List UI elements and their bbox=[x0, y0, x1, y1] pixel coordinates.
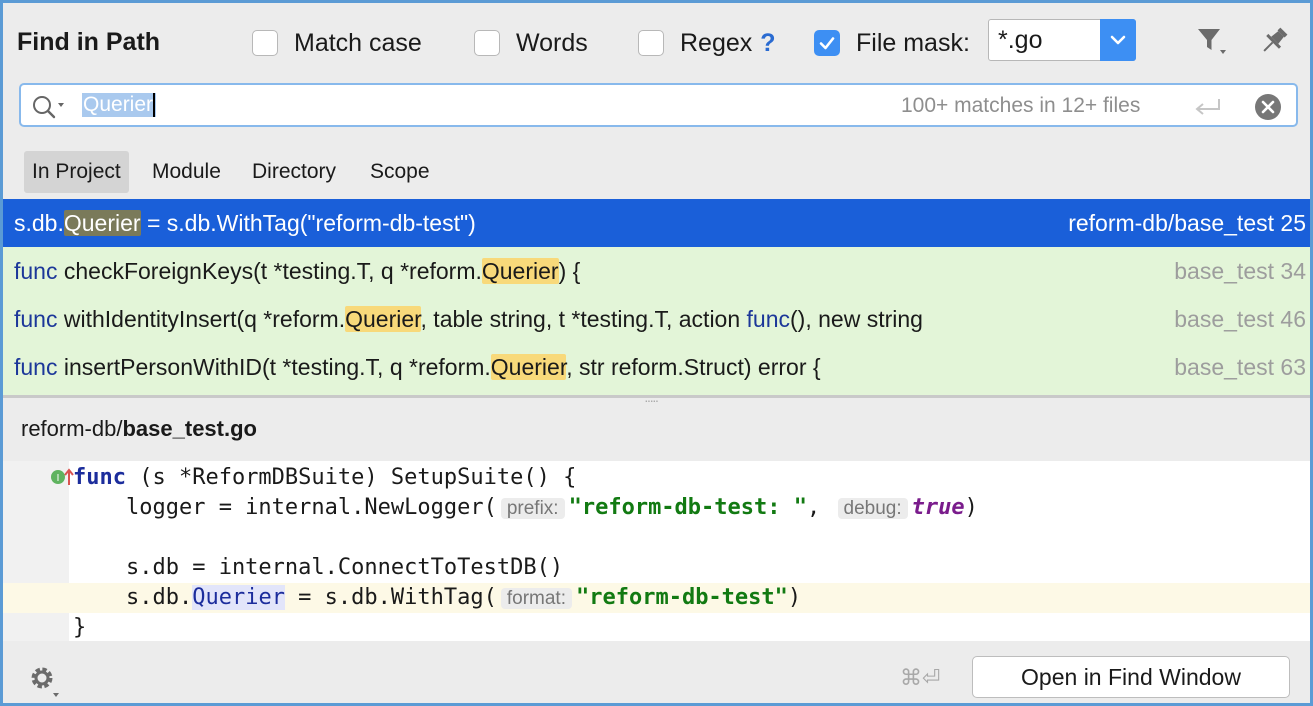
result-row[interactable]: s.db.Querier = s.db.WithTag("reform-db-t… bbox=[3, 199, 1310, 247]
result-location: reform-db/base_test 25 bbox=[1064, 199, 1306, 247]
tab-module[interactable]: Module bbox=[144, 151, 229, 193]
dialog-title: Find in Path bbox=[17, 28, 161, 56]
pin-icon[interactable] bbox=[1256, 23, 1292, 59]
file-mask-combobox[interactable]: *.go bbox=[988, 19, 1136, 61]
words-option[interactable]: Words bbox=[474, 25, 588, 61]
enter-icon bbox=[1193, 96, 1223, 121]
match-highlight: Querier bbox=[63, 210, 141, 236]
file-mask-checkbox[interactable] bbox=[814, 30, 840, 56]
regex-option[interactable]: Regex ? bbox=[638, 25, 776, 61]
words-label: Words bbox=[516, 28, 588, 57]
find-in-path-dialog: Find in Path Match case Words Regex ? Fi… bbox=[0, 0, 1313, 706]
parameter-hint: debug: bbox=[837, 498, 908, 519]
file-mask-label: File mask: bbox=[856, 28, 970, 57]
code-line: s.db = internal.ConnectToTestDB() bbox=[73, 555, 564, 580]
match-highlight: Querier bbox=[490, 354, 567, 380]
result-row[interactable]: func withIdentityInsert(q *reform.Querie… bbox=[3, 295, 1310, 343]
result-code: func checkForeignKeys(t *testing.T, q *r… bbox=[14, 258, 581, 284]
result-location: base_test 63 bbox=[1170, 343, 1306, 391]
current-code-line: s.db.Querier = s.db.WithTag(format: "refo… bbox=[3, 583, 1310, 613]
svg-text:I: I bbox=[57, 473, 60, 484]
regex-help-icon[interactable]: ? bbox=[760, 29, 775, 58]
code-line: func (s *ReformDBSuite) SetupSuite() { bbox=[73, 465, 577, 490]
search-icon[interactable] bbox=[31, 94, 67, 125]
match-count-label: 100+ matches in 12+ files bbox=[901, 94, 1141, 117]
result-code: s.db.Querier = s.db.WithTag("reform-db-t… bbox=[14, 210, 476, 236]
parameter-hint: prefix: bbox=[500, 498, 565, 519]
match-highlight: Querier bbox=[481, 258, 559, 284]
checkmark-icon bbox=[819, 37, 835, 50]
filter-icon[interactable] bbox=[1194, 23, 1230, 59]
code-preview[interactable]: I func (s *ReformDBSuite) SetupSuite() {… bbox=[3, 461, 1310, 641]
result-row[interactable]: func insertPersonWithID(t *testing.T, q … bbox=[3, 343, 1310, 391]
regex-label: Regex bbox=[680, 28, 753, 57]
match-highlight: Querier bbox=[192, 585, 285, 610]
tab-scope[interactable]: Scope bbox=[362, 151, 438, 193]
regex-checkbox[interactable] bbox=[638, 30, 664, 56]
match-case-option[interactable]: Match case bbox=[252, 25, 422, 61]
result-code: func withIdentityInsert(q *reform.Querie… bbox=[14, 306, 923, 332]
file-mask-option[interactable]: File mask: bbox=[814, 25, 970, 61]
preview-file-path: reform-db/base_test.go bbox=[21, 416, 257, 441]
file-mask-value: *.go bbox=[998, 26, 1043, 54]
tab-directory[interactable]: Directory bbox=[244, 151, 344, 193]
result-code: func insertPersonWithID(t *testing.T, q … bbox=[14, 354, 821, 380]
parameter-hint: format: bbox=[500, 588, 572, 609]
match-case-label: Match case bbox=[294, 28, 422, 57]
result-location: base_test 34 bbox=[1170, 247, 1306, 295]
shortcut-hint: ⌘⏎ bbox=[900, 665, 941, 690]
search-input[interactable]: Querier 100+ matches in 12+ files bbox=[19, 83, 1298, 127]
code-line: } bbox=[73, 615, 87, 640]
match-highlight: Querier bbox=[345, 306, 421, 332]
match-case-checkbox[interactable] bbox=[252, 30, 278, 56]
words-checkbox[interactable] bbox=[474, 30, 500, 56]
search-query-text: Querier bbox=[82, 93, 157, 117]
header-bar: Find in Path Match case Words Regex ? Fi… bbox=[3, 3, 1310, 79]
open-in-find-window-button[interactable]: Open in Find Window bbox=[972, 656, 1290, 698]
code-line: logger = internal.NewLogger(prefix: "refo… bbox=[73, 495, 978, 520]
clear-icon[interactable] bbox=[1254, 93, 1282, 126]
result-row[interactable]: func checkForeignKeys(t *testing.T, q *r… bbox=[3, 247, 1310, 295]
results-list: s.db.Querier = s.db.WithTag("reform-db-t… bbox=[3, 199, 1310, 395]
settings-gear-icon[interactable] bbox=[27, 663, 63, 703]
file-mask-dropdown-button[interactable] bbox=[1100, 19, 1136, 61]
tab-in-project[interactable]: In Project bbox=[24, 151, 129, 193]
grip-icon: ····· bbox=[644, 392, 659, 408]
result-location: base_test 46 bbox=[1170, 295, 1306, 343]
text-caret bbox=[153, 93, 156, 117]
chevron-down-icon bbox=[1110, 35, 1126, 45]
